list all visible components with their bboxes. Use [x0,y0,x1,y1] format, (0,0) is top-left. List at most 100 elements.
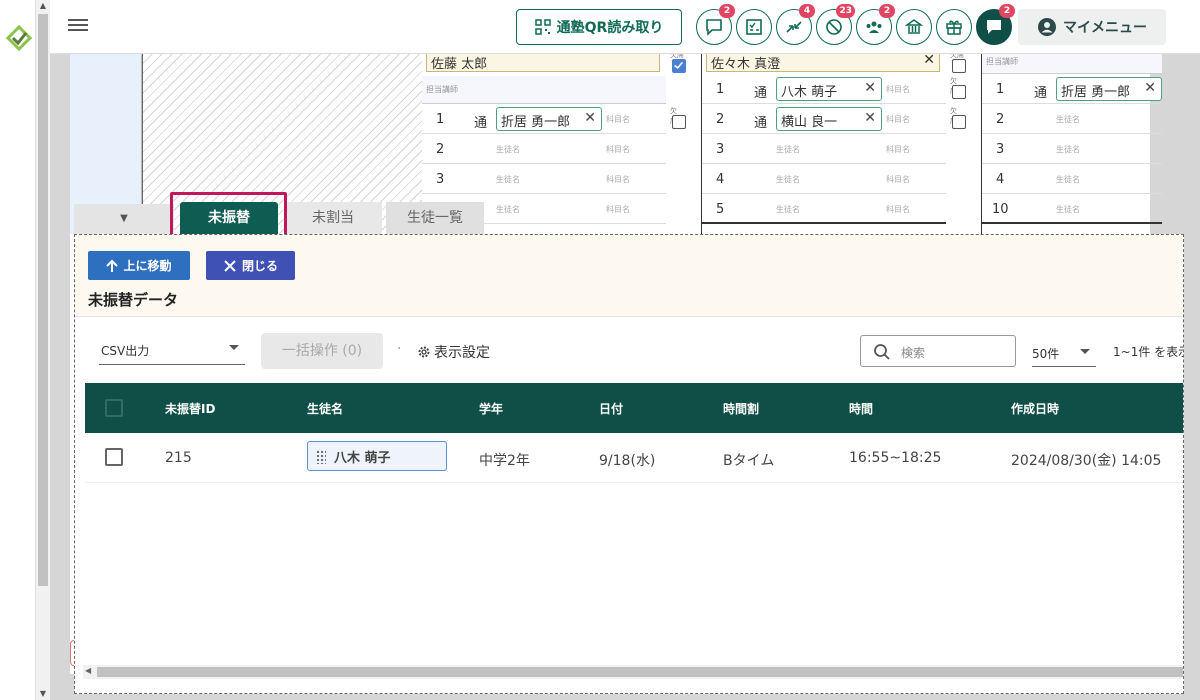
column-header-created[interactable]: 作成日時 [1011,400,1059,417]
row-number: 2 [716,112,725,127]
student-placeholder[interactable]: 生徒名 [776,144,800,155]
scroll-down-icon[interactable]: ▼ [36,688,50,700]
row-type: 通 [474,116,488,131]
absent-checkbox[interactable] [952,115,966,129]
transfer-button[interactable]: 4 [776,4,815,45]
row-number: 1 [436,112,445,127]
column-header-student[interactable]: 生徒名 [307,400,343,417]
tab-student-list[interactable]: 生徒一覧 [386,202,484,234]
gear-icon [418,346,430,358]
student-placeholder[interactable]: 生徒名 [776,174,800,185]
display-settings-button[interactable]: 表示設定 [417,342,490,362]
tab-unassigned[interactable]: 未割当 [284,202,382,234]
scrollbar-thumb[interactable] [97,667,1183,677]
row-number: 4 [996,172,1005,187]
teacher-absent-checkbox[interactable] [952,59,966,73]
close-label: 閉じる [241,259,278,273]
table-header: 未振替ID 生徒名 学年 日付 時間割 時間 作成日時 [85,383,1183,433]
subject-placeholder[interactable]: 科目名 [886,174,910,185]
subject-placeholder[interactable]: 科目名 [606,174,630,185]
student-placeholder[interactable]: 生徒名 [1056,174,1080,185]
student-placeholder[interactable]: 生徒名 [776,204,800,215]
app-logo-icon[interactable] [4,22,34,52]
gift-icon [946,20,962,35]
student-chip[interactable]: 折居 勇一郎 ✕ [496,107,602,131]
scrollbar-thumb[interactable] [38,14,48,586]
subject-placeholder[interactable]: 科目名 [606,144,630,155]
student-placeholder[interactable]: 生徒名 [1056,144,1080,155]
checklist-button[interactable] [736,9,772,45]
cell-date: 9/18(水) [599,453,656,469]
teacher-absent-checkbox[interactable] [672,59,686,73]
close-icon[interactable]: ✕ [923,52,935,68]
subject-placeholder[interactable]: 科目名 [606,204,630,215]
page-scrollbar[interactable]: ▲ ▼ [36,0,50,700]
student-chip[interactable]: 折居 勇一郎 ✕ [1056,77,1162,101]
column-header-timetable[interactable]: 時間割 [723,400,759,417]
menu-icon[interactable] [68,16,88,36]
gift-button[interactable] [936,9,972,45]
group-button[interactable]: 2 [856,4,895,45]
per-page-value: 50件 [1032,347,1060,361]
select-all-checkbox[interactable] [105,399,123,417]
close-button[interactable]: 閉じる [206,251,295,280]
student-placeholder[interactable]: 生徒名 [496,144,520,155]
bank-button[interactable] [896,9,932,45]
student-placeholder[interactable]: 生徒名 [496,204,520,215]
bulk-action-button[interactable]: 一括操作 (0) [261,333,383,369]
row-number: 10 [992,202,1009,217]
column-header-id[interactable]: 未振替ID [165,400,215,417]
close-icon[interactable]: ✕ [864,80,876,96]
subject-placeholder[interactable]: 科目名 [886,204,910,215]
student-placeholder[interactable]: 生徒名 [1056,114,1080,125]
chat-button[interactable]: 2 [696,4,735,45]
close-icon[interactable]: ✕ [584,110,596,126]
teacher-name: 佐藤 太郎 [431,57,488,72]
close-icon[interactable]: ✕ [864,110,876,126]
teacher-placeholder[interactable]: 担当講師 [422,76,666,104]
search-placeholder: 検索 [901,346,926,360]
subject-placeholder[interactable]: 科目名 [886,114,910,125]
search-input[interactable]: 検索 [860,335,1016,367]
notification-badge: 2 [879,4,895,18]
no-sign-button[interactable]: 23 [816,4,855,45]
column-header-grade[interactable]: 学年 [479,400,503,417]
absent-checkbox[interactable] [672,115,686,129]
message-button[interactable]: 2 [976,4,1015,45]
move-up-button[interactable]: 上に移動 [88,251,190,280]
close-icon[interactable]: ✕ [1144,80,1156,96]
qr-scan-button[interactable]: 通塾QR読み取り [516,9,682,45]
absent-checkbox[interactable] [952,85,966,99]
notification-badge: 4 [799,4,815,18]
cell-created: 2024/08/30(金) 14:05 [1011,453,1162,469]
booth-column: 佐々木 真澄✕ 欠席 1 通 八木 萌子✕ 科目名 欠席 2 通 横山 良一✕ … [702,50,982,234]
subject-placeholder[interactable]: 科目名 [606,114,630,125]
group-icon [866,21,882,33]
per-page-select[interactable]: 50件 [1032,339,1096,367]
table-row[interactable]: 215 八木 萌子 中学2年 9/18(水) Bタイム 16:55~18:25 … [85,433,1183,483]
horizontal-scrollbar[interactable]: ◀ [83,665,1183,679]
column-header-date[interactable]: 日付 [599,400,623,417]
scroll-left-icon[interactable]: ◀ [85,666,91,675]
student-placeholder[interactable]: 生徒名 [496,174,520,185]
my-menu-button[interactable]: マイメニュー [1018,9,1166,45]
student-name: 折居 勇一郎 [1061,85,1131,100]
student-chip[interactable]: 横山 良一 ✕ [776,107,882,131]
collapse-panel-button[interactable]: ▼ [74,204,174,234]
subject-placeholder[interactable]: 科目名 [886,144,910,155]
row-type: 通 [754,116,768,131]
row-checkbox[interactable] [105,448,123,466]
caret-down-icon [229,345,239,350]
subject-placeholder[interactable]: 科目名 [886,84,910,95]
student-row: 1 通 八木 萌子✕ 科目名 欠席 [702,74,966,104]
cell-grade: 中学2年 [479,453,530,469]
csv-export-select[interactable]: CSV出力 [99,335,245,365]
draggable-student-chip[interactable]: 八木 萌子 [307,441,447,471]
drag-handle-icon[interactable] [316,450,326,464]
column-header-time[interactable]: 時間 [849,400,873,417]
student-chip[interactable]: 八木 萌子 ✕ [776,77,882,101]
student-placeholder[interactable]: 生徒名 [1056,204,1080,215]
notification-badge: 2 [719,4,735,18]
scroll-up-icon[interactable]: ▲ [36,0,50,12]
app-rail [0,0,36,700]
